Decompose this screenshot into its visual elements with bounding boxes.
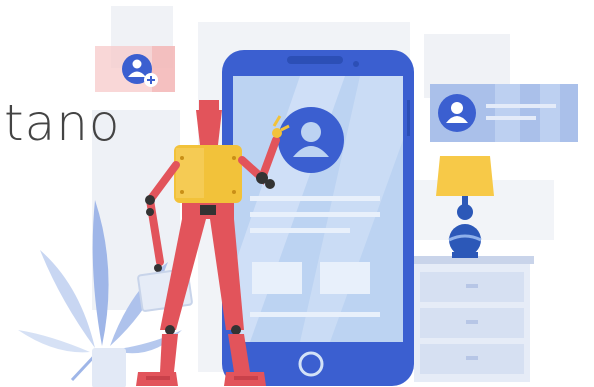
phone bbox=[222, 50, 414, 386]
dresser bbox=[410, 256, 534, 382]
partial-heading-text: tano bbox=[4, 94, 121, 152]
add-user-card bbox=[95, 46, 175, 92]
illustration-scene bbox=[18, 6, 578, 387]
user-card-icon bbox=[438, 94, 476, 132]
user-avatar-icon bbox=[278, 107, 344, 173]
user-card bbox=[430, 84, 578, 142]
